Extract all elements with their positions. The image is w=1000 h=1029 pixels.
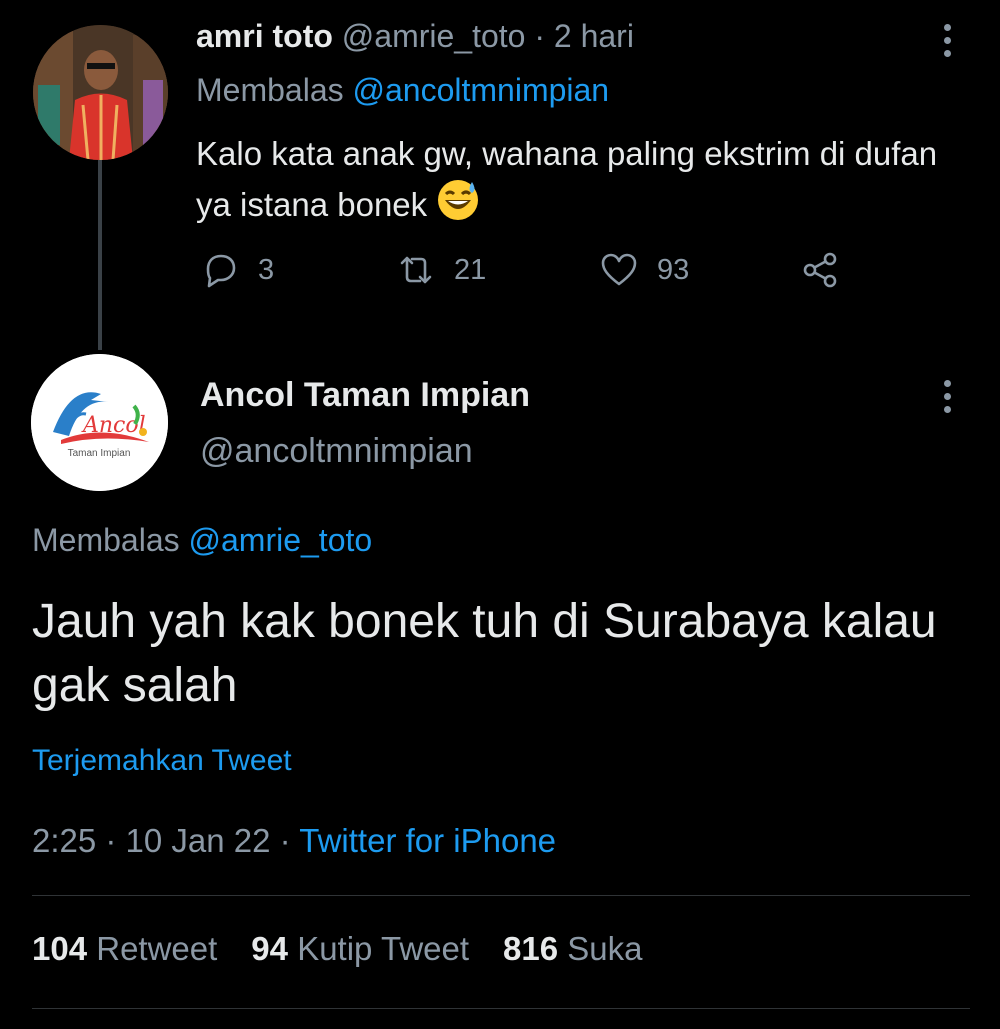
quote-stat-count: 94 (251, 930, 289, 967)
divider (32, 1008, 970, 1009)
share-icon (803, 252, 837, 288)
like-stat-label: Suka (567, 930, 643, 967)
parent-tweet-text: Kalo kata anak gw, wahana paling ekstrim… (196, 130, 956, 235)
like-stat-count: 816 (503, 930, 559, 967)
tweet-metadata: 2:25 · 10 Jan 22 · Twitter for iPhone (32, 822, 556, 860)
retweet-stat-label: Retweet (96, 930, 218, 967)
tweet-timestamp[interactable]: 2:25 · 10 Jan 22 · (32, 822, 291, 859)
reply-icon (206, 254, 236, 288)
parent-tweet-header: amri toto @amrie_toto · 2 hari (196, 18, 634, 55)
ancol-logo: Ancol Taman Impian (31, 354, 168, 491)
like-count: 93 (657, 253, 690, 286)
reply-context: Membalas @ancoltmnimpian (196, 72, 609, 109)
divider (32, 895, 970, 896)
tweet-time[interactable]: · 2 hari (534, 18, 634, 54)
reply-prefix: Membalas (32, 522, 180, 558)
reply-prefix: Membalas (196, 72, 344, 108)
quote-stat[interactable]: 94 Kutip Tweet (251, 930, 469, 968)
avatar-photo (33, 25, 168, 160)
logo-subtitle: Taman Impian (68, 448, 131, 459)
heart-icon (601, 253, 637, 286)
reply-to-link[interactable]: @amrie_toto (189, 522, 373, 558)
thread-connector-line (98, 160, 102, 350)
grinning-sweat-emoji (436, 178, 480, 235)
tweet-text: Kalo kata anak gw, wahana paling ekstrim… (196, 135, 938, 223)
like-button[interactable]: 93 (599, 250, 689, 290)
retweet-count: 21 (454, 253, 487, 286)
author-name[interactable]: amri toto (196, 18, 333, 54)
more-options-icon[interactable] (944, 24, 954, 63)
author-handle[interactable]: @amrie_toto (342, 18, 526, 54)
main-reply-context: Membalas @amrie_toto (32, 522, 372, 559)
retweet-stat-count: 104 (32, 930, 88, 967)
translate-tweet-link[interactable]: Terjemahkan Tweet (32, 744, 292, 778)
reply-count: 3 (258, 253, 275, 286)
main-author-name[interactable]: Ancol Taman Impian (200, 376, 530, 415)
avatar-amri-toto[interactable] (33, 25, 168, 160)
avatar-ancol[interactable]: Ancol Taman Impian (31, 354, 168, 491)
tweet-stats: 104 Retweet 94 Kutip Tweet 816 Suka (32, 930, 642, 968)
like-stat[interactable]: 816 Suka (503, 930, 642, 968)
retweet-button[interactable]: 21 (396, 250, 486, 290)
share-button[interactable] (800, 250, 840, 290)
quote-stat-label: Kutip Tweet (297, 930, 470, 967)
main-tweet-text: Jauh yah kak bonek tuh di Surabaya kalau… (32, 595, 937, 712)
main-author-handle[interactable]: @ancoltmnimpian (200, 432, 473, 471)
retweet-icon (400, 256, 432, 284)
reply-to-link[interactable]: @ancoltmnimpian (353, 72, 610, 108)
tweet-source[interactable]: Twitter for iPhone (299, 822, 556, 859)
retweet-stat[interactable]: 104 Retweet (32, 930, 217, 968)
reply-button[interactable]: 3 (200, 250, 274, 290)
tweet-actions: 3 21 93 (196, 250, 896, 298)
more-options-icon[interactable] (944, 380, 954, 419)
